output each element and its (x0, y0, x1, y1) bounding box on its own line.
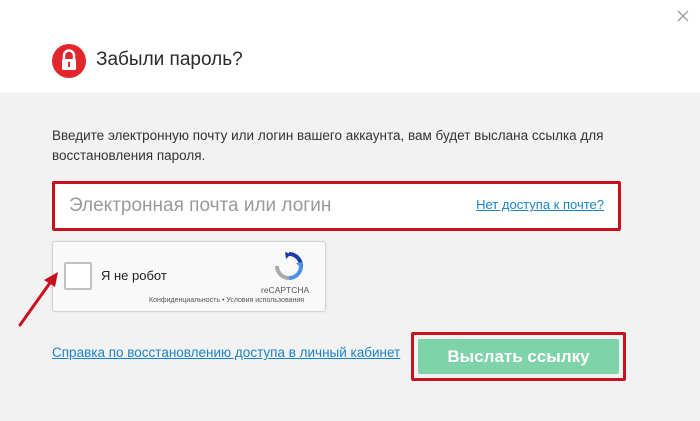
close-icon[interactable] (674, 7, 692, 25)
recaptcha-checkbox[interactable] (64, 262, 92, 290)
email-or-login-input[interactable] (69, 190, 459, 222)
lock-icon (52, 44, 86, 78)
send-link-button[interactable]: Выслать ссылку (418, 339, 619, 374)
recaptcha-label: Я не робот (101, 268, 167, 283)
recaptcha-terms[interactable]: Конфиденциальность • Условия использован… (149, 297, 304, 304)
recovery-help-link[interactable]: Справка по восстановлению доступа в личн… (52, 345, 400, 360)
recaptcha-logo-icon (273, 250, 305, 282)
no-email-access-link[interactable]: Нет доступа к почте? (476, 197, 604, 212)
submit-highlight: Выслать ссылку (411, 332, 626, 381)
recaptcha-brand: reCAPTCHA (261, 285, 310, 295)
dialog-title: Забыли пароль? (96, 49, 243, 70)
recaptcha-widget: Я не робот reCAPTCHA Конфиденциальность … (52, 241, 326, 312)
dialog-header: Забыли пароль? (0, 0, 700, 93)
login-field-highlight: Нет доступа к почте? (52, 181, 621, 231)
red-arrow-annotation-icon (14, 270, 64, 335)
instruction-text: Введите электронную почту или логин ваше… (52, 128, 604, 163)
